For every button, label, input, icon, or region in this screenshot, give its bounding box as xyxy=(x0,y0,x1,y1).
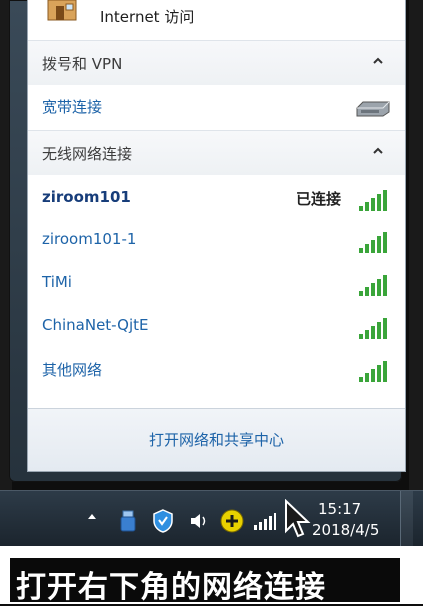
internet-access-row: Internet 访问 xyxy=(28,0,405,40)
flyout-footer: 打开网络和共享中心 xyxy=(28,408,405,471)
wifi-signal-icon xyxy=(359,232,387,253)
wifi-signal-icon xyxy=(359,318,387,339)
shield-icon[interactable] xyxy=(152,509,174,533)
wifi-signal-icon xyxy=(359,275,387,296)
mouse-cursor-icon xyxy=(285,499,311,538)
network-flyout-frame: Internet 访问 拨号和 VPN 宽带连接 无线网络连接 ziroom10… xyxy=(9,0,406,482)
wifi-network-name: ChinaNet-QjtE xyxy=(42,316,149,334)
wireless-section-title: 无线网络连接 xyxy=(42,145,133,163)
house-icon xyxy=(47,0,77,21)
network-signal-icon[interactable] xyxy=(253,511,277,531)
taskbar: 15:17 2018/4/5 xyxy=(0,490,423,547)
chevron-up-icon[interactable] xyxy=(371,55,385,67)
wifi-network-name: ziroom101 xyxy=(42,188,131,206)
wifi-network-item[interactable]: TiMi xyxy=(28,263,405,305)
caption-bar: 打开右下角的网络连接 xyxy=(10,558,400,605)
network-flyout-panel: Internet 访问 拨号和 VPN 宽带连接 无线网络连接 ziroom10… xyxy=(27,0,406,472)
wifi-signal-icon xyxy=(359,190,387,211)
wifi-network-name: ziroom101-1 xyxy=(42,230,137,248)
show-desktop-button[interactable] xyxy=(400,491,413,547)
broadband-connection-item[interactable]: 宽带连接 xyxy=(28,86,405,128)
wifi-network-item[interactable]: ChinaNet-QjtE xyxy=(28,306,405,348)
wifi-signal-icon xyxy=(359,361,387,382)
internet-access-label: Internet 访问 xyxy=(100,8,195,26)
caption-text: 打开右下角的网络连接 xyxy=(16,570,326,605)
wifi-connected-status: 已连接 xyxy=(295,190,341,208)
wireless-section-header[interactable]: 无线网络连接 xyxy=(28,131,405,175)
caption-area: 打开右下角的网络连接 xyxy=(0,546,423,605)
dialup-vpn-title: 拨号和 VPN xyxy=(42,55,123,73)
chevron-up-icon[interactable] xyxy=(371,145,385,157)
broadband-connection-label: 宽带连接 xyxy=(42,98,103,116)
open-network-sharing-center-link[interactable]: 打开网络和共享中心 xyxy=(28,429,405,450)
volume-icon[interactable] xyxy=(188,510,210,532)
wifi-network-name: 其他网络 xyxy=(42,361,103,379)
tray-expand-arrow-icon[interactable] xyxy=(86,511,98,521)
clock-date[interactable]: 2018/4/5 xyxy=(312,521,379,539)
wifi-network-name: TiMi xyxy=(42,273,72,291)
wifi-network-item[interactable]: ziroom101 已连接 xyxy=(28,178,405,220)
desktop-edge-right xyxy=(409,0,423,490)
dialup-vpn-section-header[interactable]: 拨号和 VPN xyxy=(28,41,405,85)
wifi-network-item[interactable]: 其他网络 xyxy=(28,349,405,391)
wifi-network-item[interactable]: ziroom101-1 xyxy=(28,220,405,262)
usb-icon[interactable] xyxy=(118,509,138,533)
broadband-icon xyxy=(356,101,390,117)
clock-time[interactable]: 15:17 xyxy=(318,500,361,518)
plus-icon[interactable] xyxy=(220,509,244,533)
